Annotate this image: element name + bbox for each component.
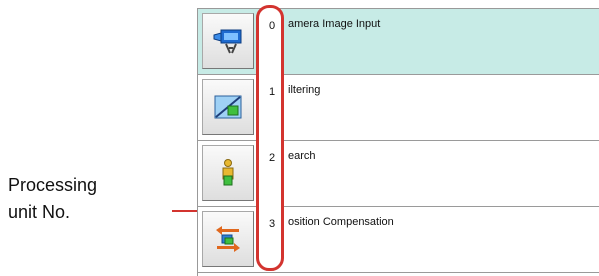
unit-name: earch — [288, 150, 316, 162]
processing-unit-callout: Processing unit No. — [8, 172, 97, 226]
camera-icon — [213, 29, 242, 54]
filter-icon — [214, 95, 242, 119]
position-compensation-icon — [216, 226, 240, 252]
callout-line-2: unit No. — [8, 202, 71, 222]
unit-name: osition Compensation — [288, 216, 394, 228]
search-person-icon — [222, 159, 234, 186]
unit-number: 2 — [269, 152, 276, 164]
unit-number: 0 — [269, 20, 276, 32]
camera-icon-button[interactable] — [202, 13, 254, 69]
filter-icon-button[interactable] — [202, 79, 254, 135]
unit-number-highlight: 0 1 2 3 — [256, 5, 284, 271]
position-compensation-icon-button[interactable] — [202, 211, 254, 267]
search-icon-button[interactable] — [202, 145, 254, 201]
unit-name: iltering — [288, 84, 321, 96]
unit-name: amera Image Input — [288, 18, 381, 30]
callout-line-1: Processing — [8, 175, 98, 195]
unit-number: 1 — [269, 86, 276, 98]
unit-number: 3 — [269, 218, 276, 230]
